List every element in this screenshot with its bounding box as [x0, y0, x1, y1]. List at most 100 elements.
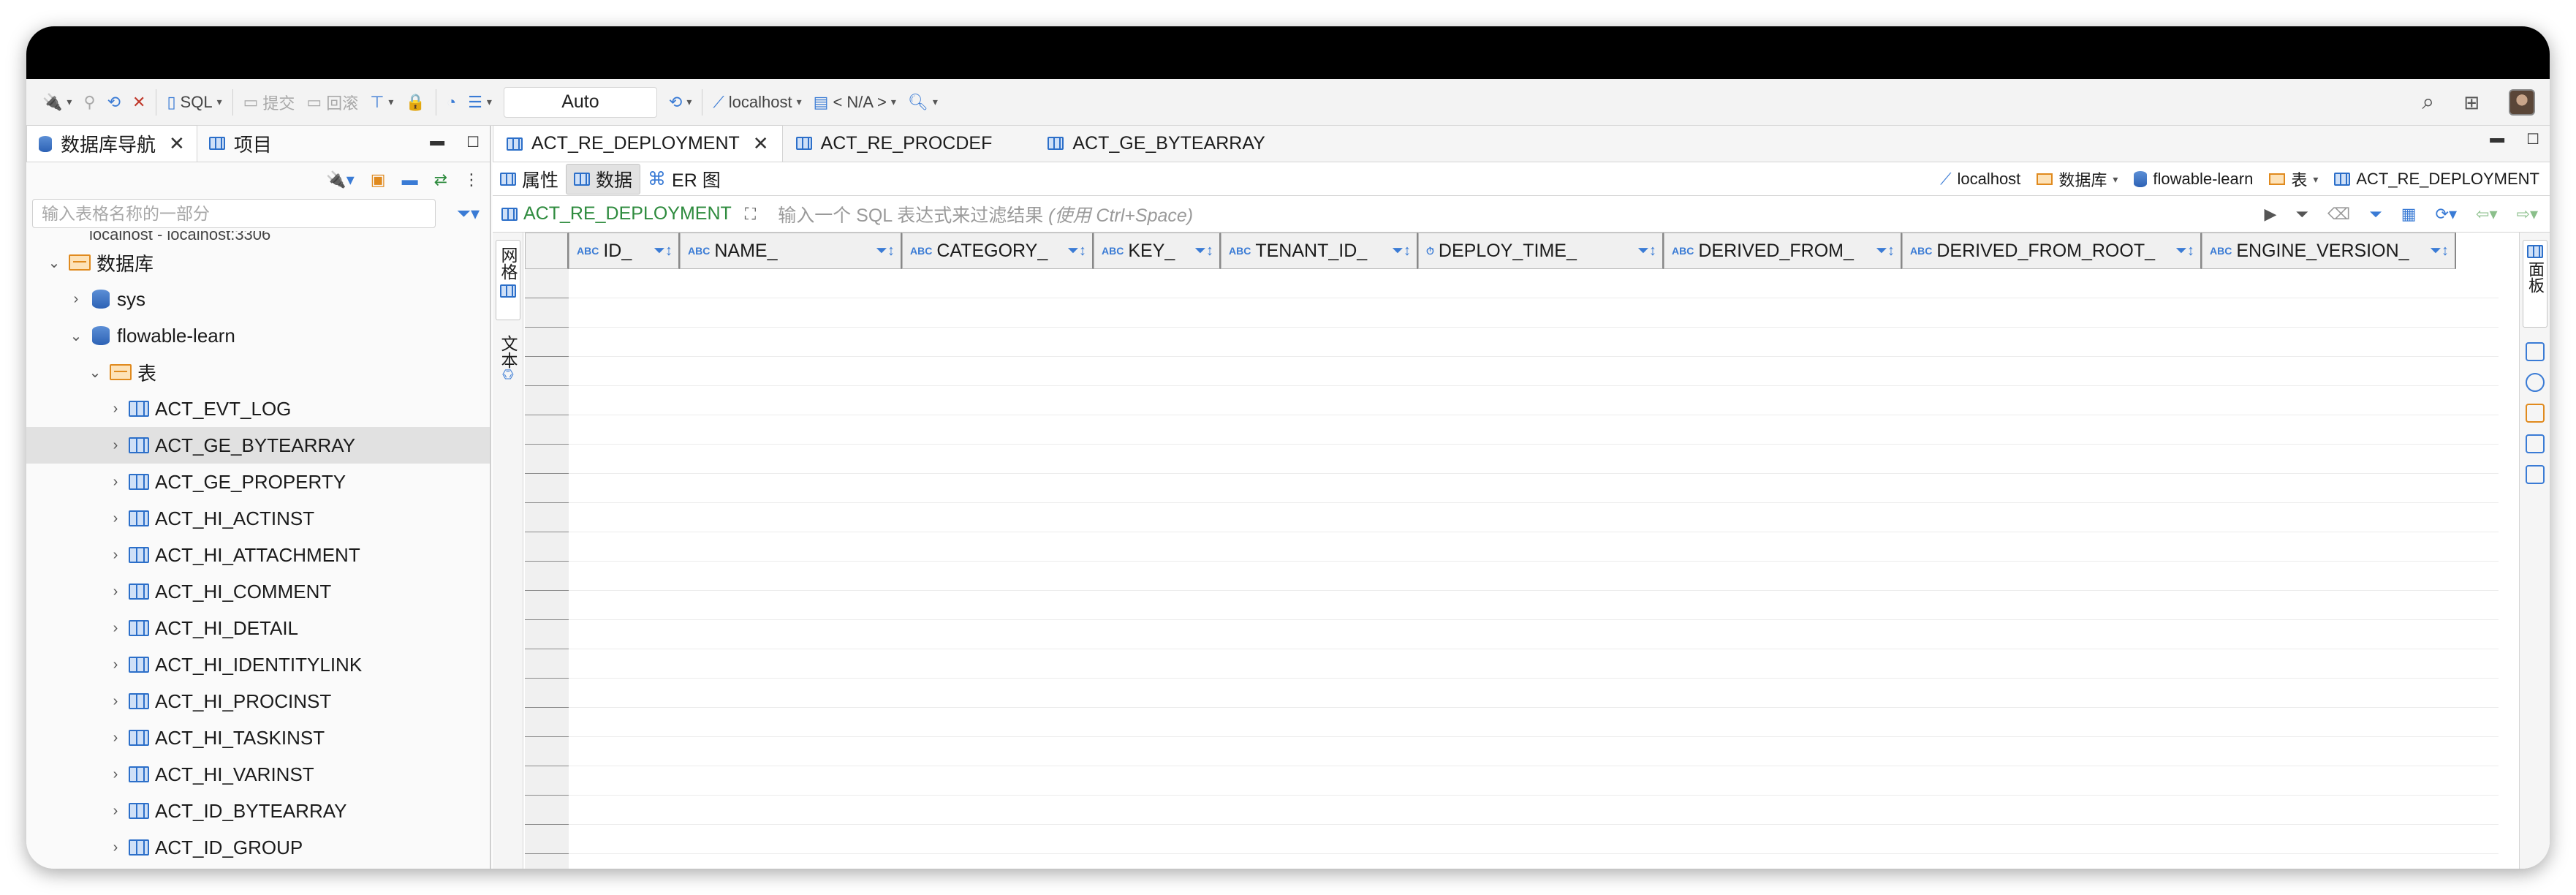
minimize-icon[interactable]: ▬ — [430, 133, 444, 151]
search-icon[interactable]: ⌕ — [2422, 90, 2434, 115]
column-filter-icon[interactable]: ⏷↕ — [1067, 243, 1086, 260]
column-header[interactable]: ABC ENGINE_VERSION_ ⏷↕ — [2202, 233, 2456, 269]
column-filter-icon[interactable]: ⏷↕ — [1194, 243, 1213, 260]
expand-icon[interactable]: ⛶ — [745, 205, 756, 224]
table-search-input[interactable] — [32, 199, 436, 228]
tree-row-connection[interactable]: localhost - localhost:3306 — [26, 231, 490, 244]
breadcrumb-connection[interactable]: ⟋ localhost — [1940, 170, 2020, 189]
breadcrumb-databases[interactable]: 数据库 ▾ — [2037, 167, 2118, 191]
column-header[interactable]: ABC DERIVED_FROM_ROOT_ ⏷↕ — [1902, 233, 2202, 269]
column-filter-icon[interactable]: ⏷↕ — [876, 243, 895, 260]
active-schema-selector[interactable]: ▤ < N/A > ▾ — [808, 85, 902, 120]
tab-database-navigator[interactable]: 数据库导航 ✕ — [26, 125, 197, 162]
chevron-right-icon[interactable]: › — [67, 291, 85, 308]
metadata-icon[interactable] — [2526, 373, 2545, 392]
grid-body[interactable] — [569, 269, 2499, 869]
chevron-down-icon[interactable]: ⌄ — [67, 327, 85, 345]
table-row-act-hi-attachment[interactable]: › ACT_HI_ATTACHMENT — [26, 537, 490, 573]
tab-panels[interactable]: 面板 — [2523, 240, 2547, 328]
column-header[interactable]: ⏱ DEPLOY_TIME_ ⏷↕ — [1418, 233, 1664, 269]
chevron-down-icon[interactable]: ⌄ — [86, 363, 104, 382]
references-icon[interactable] — [2526, 434, 2545, 453]
tree-row-sys[interactable]: › sys — [26, 281, 490, 317]
table-row-act-hi-detail[interactable]: › ACT_HI_DETAIL — [26, 610, 490, 646]
maximize-icon[interactable]: ☐ — [466, 133, 480, 151]
filter-history-icon[interactable]: ⏷ — [2295, 205, 2308, 224]
tree-row-databases[interactable]: ⌄ 数据库 — [26, 244, 490, 281]
column-header[interactable]: ABC CATEGORY_ ⏷↕ — [902, 233, 1094, 269]
table-row-act-id-group[interactable]: › ACT_ID_GROUP — [26, 829, 490, 866]
more-options-icon[interactable]: ⋮ — [463, 170, 480, 189]
column-header[interactable]: ABC ID_ ⏷↕ — [569, 233, 680, 269]
column-filter-icon[interactable]: ⏷↕ — [2430, 243, 2449, 260]
tab-grid-view[interactable]: 网格 — [496, 240, 520, 320]
column-filter-icon[interactable]: ⏷↕ — [654, 243, 673, 260]
active-connection-selector[interactable]: ⟋ localhost ▾ — [707, 85, 807, 120]
chevron-right-icon[interactable]: › — [107, 474, 124, 491]
chevron-right-icon[interactable]: › — [107, 620, 124, 637]
tab-properties[interactable]: 属性 — [493, 164, 566, 195]
tab-data[interactable]: 数据 — [566, 163, 641, 195]
tab-act-re-procdef[interactable]: ACT_RE_PROCDEF — [783, 125, 1006, 162]
table-row-act-ge-property[interactable]: › ACT_GE_PROPERTY — [26, 464, 490, 500]
tree-row-flowable-learn[interactable]: ⌄ flowable-learn — [26, 317, 490, 354]
transaction-mode-field[interactable]: Auto — [503, 86, 657, 118]
chevron-right-icon[interactable]: › — [107, 803, 124, 820]
collapse-all-icon[interactable]: ▬ — [402, 170, 418, 189]
save-filter-icon[interactable]: ▦ — [2401, 205, 2417, 224]
chevron-right-icon[interactable]: › — [107, 401, 124, 418]
avatar[interactable] — [2509, 89, 2535, 116]
column-filter-icon[interactable]: ⏷↕ — [1392, 243, 1411, 260]
forward-icon[interactable]: ⇨▾ — [2517, 205, 2538, 224]
chevron-right-icon[interactable]: › — [107, 693, 124, 710]
tab-act-re-deployment[interactable]: ACT_RE_DEPLOYMENT ✕ — [493, 125, 783, 162]
column-filter-icon[interactable]: ⏷↕ — [1637, 243, 1656, 260]
transaction-log-button[interactable]: ☰ ▾ — [462, 85, 498, 120]
breadcrumb-table[interactable]: ACT_RE_DEPLOYMENT — [2334, 170, 2539, 189]
new-connection-icon[interactable]: 🔌▾ — [326, 170, 354, 189]
lock-button[interactable]: 🔒 — [399, 85, 431, 120]
rollback-button[interactable]: ▭ 回滚 — [300, 85, 364, 120]
chevron-right-icon[interactable]: › — [107, 510, 124, 527]
commit-button[interactable]: ▭ 提交 — [238, 85, 301, 120]
disconnect-button[interactable]: ⚲ — [77, 85, 101, 120]
chevron-right-icon[interactable]: › — [107, 547, 124, 564]
tab-text-view[interactable]: 文本 ⌬ — [496, 335, 520, 408]
connect-button[interactable]: 🔌 ▾ — [37, 85, 77, 120]
eraser-icon[interactable]: ⌫ — [2327, 205, 2350, 224]
chevron-right-icon[interactable]: › — [107, 730, 124, 747]
history-button[interactable]: ⟲ ▾ — [663, 85, 697, 120]
column-header[interactable]: ABC DERIVED_FROM_ ⏷↕ — [1664, 233, 1902, 269]
grouping-icon[interactable] — [2526, 465, 2545, 484]
column-header[interactable]: ABC TENANT_ID_ ⏷↕ — [1221, 233, 1418, 269]
table-row-act-evt-log[interactable]: › ACT_EVT_LOG — [26, 390, 490, 427]
chevron-down-icon[interactable]: ⌄ — [45, 254, 63, 272]
breadcrumb-tables[interactable]: 表 ▾ — [2269, 167, 2318, 191]
link-editor-icon[interactable]: ⇄ — [434, 170, 447, 189]
new-folder-icon[interactable]: ▣ — [371, 170, 386, 189]
column-filter-icon[interactable]: ⏷↕ — [2175, 243, 2194, 260]
value-viewer-icon[interactable] — [2526, 342, 2545, 361]
table-row-act-hi-taskinst[interactable]: › ACT_HI_TASKINST — [26, 720, 490, 756]
column-filter-icon[interactable]: ⏷↕ — [1876, 243, 1895, 260]
tab-projects[interactable]: 项目 — [197, 125, 284, 162]
column-header[interactable]: ABC KEY_ ⏷↕ — [1094, 233, 1221, 269]
filter-icon[interactable]: ⏷▾ — [457, 203, 480, 224]
tab-er-diagram[interactable]: ⌘ ER 图 — [640, 164, 728, 195]
table-row-act-hi-comment[interactable]: › ACT_HI_COMMENT — [26, 573, 490, 610]
close-icon[interactable]: ✕ — [753, 132, 769, 155]
column-header[interactable]: ABC NAME_ ⏷↕ — [680, 233, 902, 269]
back-icon[interactable]: ⇦▾ — [2476, 205, 2497, 224]
perspective-icon[interactable]: ⊞ — [2463, 91, 2480, 114]
chevron-right-icon[interactable]: › — [107, 657, 124, 673]
chevron-right-icon[interactable]: › — [107, 766, 124, 783]
pending-transactions-button[interactable]: ◔ — [441, 85, 462, 120]
transaction-mode-button[interactable]: ⊤ ▾ — [364, 85, 399, 120]
table-row-act-id-bytearray[interactable]: › ACT_ID_BYTEARRAY — [26, 793, 490, 829]
chevron-right-icon[interactable]: › — [107, 437, 124, 454]
table-row-act-hi-actinst[interactable]: › ACT_HI_ACTINST — [26, 500, 490, 537]
table-row-act-ge-bytearray[interactable]: › ACT_GE_BYTEARRAY — [26, 427, 490, 464]
chevron-right-icon[interactable]: › — [107, 584, 124, 600]
table-row-act-hi-varinst[interactable]: › ACT_HI_VARINST — [26, 756, 490, 793]
find-button[interactable]: 🔍︎ ▾ — [902, 85, 944, 120]
